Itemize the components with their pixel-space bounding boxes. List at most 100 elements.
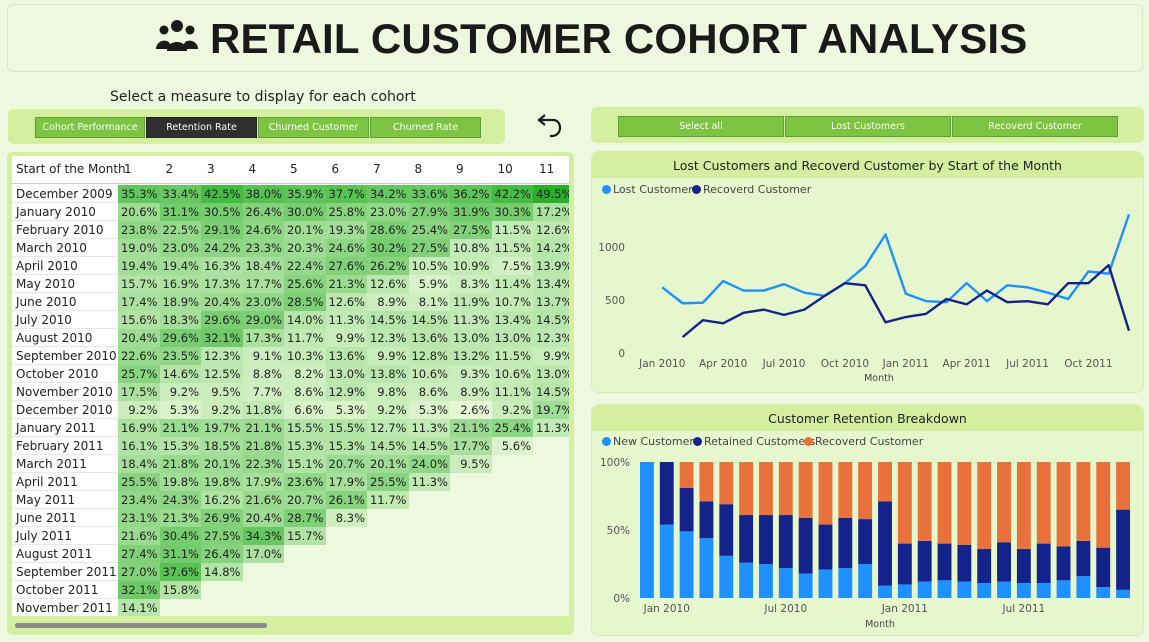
table-cell [408, 545, 450, 563]
table-cell: 20.1% [284, 221, 326, 239]
table-cell: 21.3% [325, 275, 367, 293]
bar-segment-recovered-customer [917, 462, 932, 541]
table-cell: 27.9% [408, 203, 450, 221]
table-row: August 2011 27.4% 31.1% 26.4% 17.0% [12, 545, 569, 563]
table-cell: 9.2% [491, 401, 533, 419]
table-row: February 2011 16.1% 15.3% 18.5% 21.8% 15.3% 15… [12, 437, 569, 455]
table-cell: 36.2% [450, 185, 492, 203]
retention-rate-button[interactable]: Retention Rate [146, 117, 257, 138]
table-cell: 11.3% [408, 473, 450, 491]
bar-segment-retained-customers [997, 542, 1011, 582]
table-cell: 20.4% [201, 293, 243, 311]
table-cell [450, 491, 492, 509]
table-cell: 21.8% [159, 455, 201, 473]
table-cell [491, 473, 533, 491]
table-cell: 13.0% [533, 365, 569, 383]
table-cell: 9.5% [201, 383, 243, 401]
table-cell: 19.7% [201, 419, 243, 437]
table-cell [367, 563, 409, 581]
table-cell [284, 545, 326, 563]
table-cell: 15.1% [284, 455, 326, 473]
cohort-label: April 2010 [16, 259, 78, 273]
cohort-label: December 2010 [16, 403, 113, 417]
table-cell: 25.4% [491, 419, 533, 437]
undo-icon[interactable] [535, 112, 563, 140]
bar-segment-retained-customers [1036, 543, 1051, 584]
recovered-customer-button[interactable]: Recoverd Customer [952, 116, 1118, 137]
table-cell: 13.2% [450, 347, 492, 365]
table-cell: 12.3% [533, 329, 569, 347]
table-cell: 11.3% [533, 419, 569, 437]
table-cell [491, 581, 533, 599]
table-cell: 13.4% [533, 275, 569, 293]
table-cell: 31.1% [159, 545, 201, 563]
table-cell: 11.3% [325, 311, 367, 329]
table-cell: 13.0% [491, 329, 533, 347]
table-cell: 18.3% [159, 311, 201, 329]
bar-segment-retained-customers [1096, 547, 1111, 588]
table-cell: 22.5% [159, 221, 201, 239]
table-cell: 20.4% [242, 509, 284, 527]
cohort-label: January 2011 [16, 421, 96, 435]
table-row: March 2010 19.0% 23.0% 24.2% 23.3% 20.3% 24.6%… [12, 239, 569, 257]
table-row: September 2010 22.6% 23.5% 12.3% 9.1% 10.3% 13… [12, 347, 569, 365]
table-cell: 12.5% [201, 365, 243, 383]
table-cell: 10.8% [450, 239, 492, 257]
select-all-button[interactable]: Select all [618, 116, 784, 137]
bar-segment-recovered-customer [719, 462, 734, 505]
bar-segment-new-customers [858, 564, 873, 598]
table-cell [284, 581, 326, 599]
bar-segment-new-customers [798, 573, 813, 598]
bar-segment-recovered-customer [739, 462, 754, 516]
table-cell: 20.7% [325, 455, 367, 473]
bar-segment-recovered-customer [798, 462, 813, 518]
table-cell [408, 491, 450, 509]
bar-segment-new-customers [659, 524, 674, 598]
table-cell: 21.3% [159, 509, 201, 527]
table-cell: 30.0% [284, 203, 326, 221]
table-cell: 15.7% [284, 527, 326, 545]
lost-customers-button[interactable]: Lost Customers [785, 116, 951, 137]
table-row: May 2010 15.7% 16.9% 17.3% 17.7% 25.6% 21.3% 12… [12, 275, 569, 293]
table-cell [533, 563, 569, 581]
churned-rate-button[interactable]: Churned Rate [370, 117, 481, 138]
table-cell: 16.2% [201, 491, 243, 509]
y-tick-label: 1000 [598, 242, 625, 254]
measure-button-group: Cohort Performance Retention Rate Churne… [8, 109, 505, 144]
table-cell: 15.8% [159, 581, 201, 599]
bar-segment-retained-customers [1056, 546, 1071, 581]
bar-segment-recovered-customer [1016, 462, 1031, 550]
lost-recovered-chart-panel: Lost Customers and Recoverd Customer by … [591, 151, 1144, 393]
cohort-table-panel: Start of the Month 1 2 3 4 5 6 7 8 9 10 11 Decembe… [7, 152, 574, 635]
bar-segment-new-customers [1056, 580, 1071, 598]
table-cell: 9.5% [450, 455, 492, 473]
table-cell [533, 455, 569, 473]
title-panel: RETAIL CUSTOMER COHORT ANALYSIS [7, 4, 1143, 72]
table-cell [408, 599, 450, 616]
x-tick-label: Jan 2011 [882, 358, 929, 370]
horizontal-scrollbar[interactable] [15, 623, 267, 628]
x-tick-label: Jul 2011 [1002, 603, 1046, 615]
table-cell: 14.5% [533, 383, 569, 401]
table-cell: 2.6% [450, 401, 492, 419]
table-cell: 9.2% [159, 383, 201, 401]
bar-segment-new-customers [1036, 583, 1051, 598]
table-cell: 13.6% [408, 329, 450, 347]
table-header: Start of the Month 1 2 3 4 5 6 7 8 9 10 11 [12, 156, 569, 184]
table-cell: 21.8% [242, 437, 284, 455]
cohort-label: October 2011 [16, 583, 99, 597]
table-cell: 27.5% [450, 221, 492, 239]
table-cell: 28.5% [284, 293, 326, 311]
bar-segment-new-customers [818, 569, 833, 598]
bar-segment-retained-customers [1116, 509, 1131, 590]
cohort-performance-button[interactable]: Cohort Performance [35, 117, 145, 138]
column-header: 11 [539, 162, 555, 176]
table-cell: 17.9% [242, 473, 284, 491]
table-cell: 27.4% [118, 545, 160, 563]
cohort-label: June 2010 [16, 295, 77, 309]
bar-segment-new-customers [778, 568, 793, 598]
table-row: April 2011 25.5% 19.8% 19.8% 17.9% 23.6% 17.9%… [12, 473, 569, 491]
measure-prompt: Select a measure to display for each coh… [110, 89, 416, 105]
table-cell: 37.7% [325, 185, 367, 203]
churned-customer-button[interactable]: Churned Customer [258, 117, 369, 138]
